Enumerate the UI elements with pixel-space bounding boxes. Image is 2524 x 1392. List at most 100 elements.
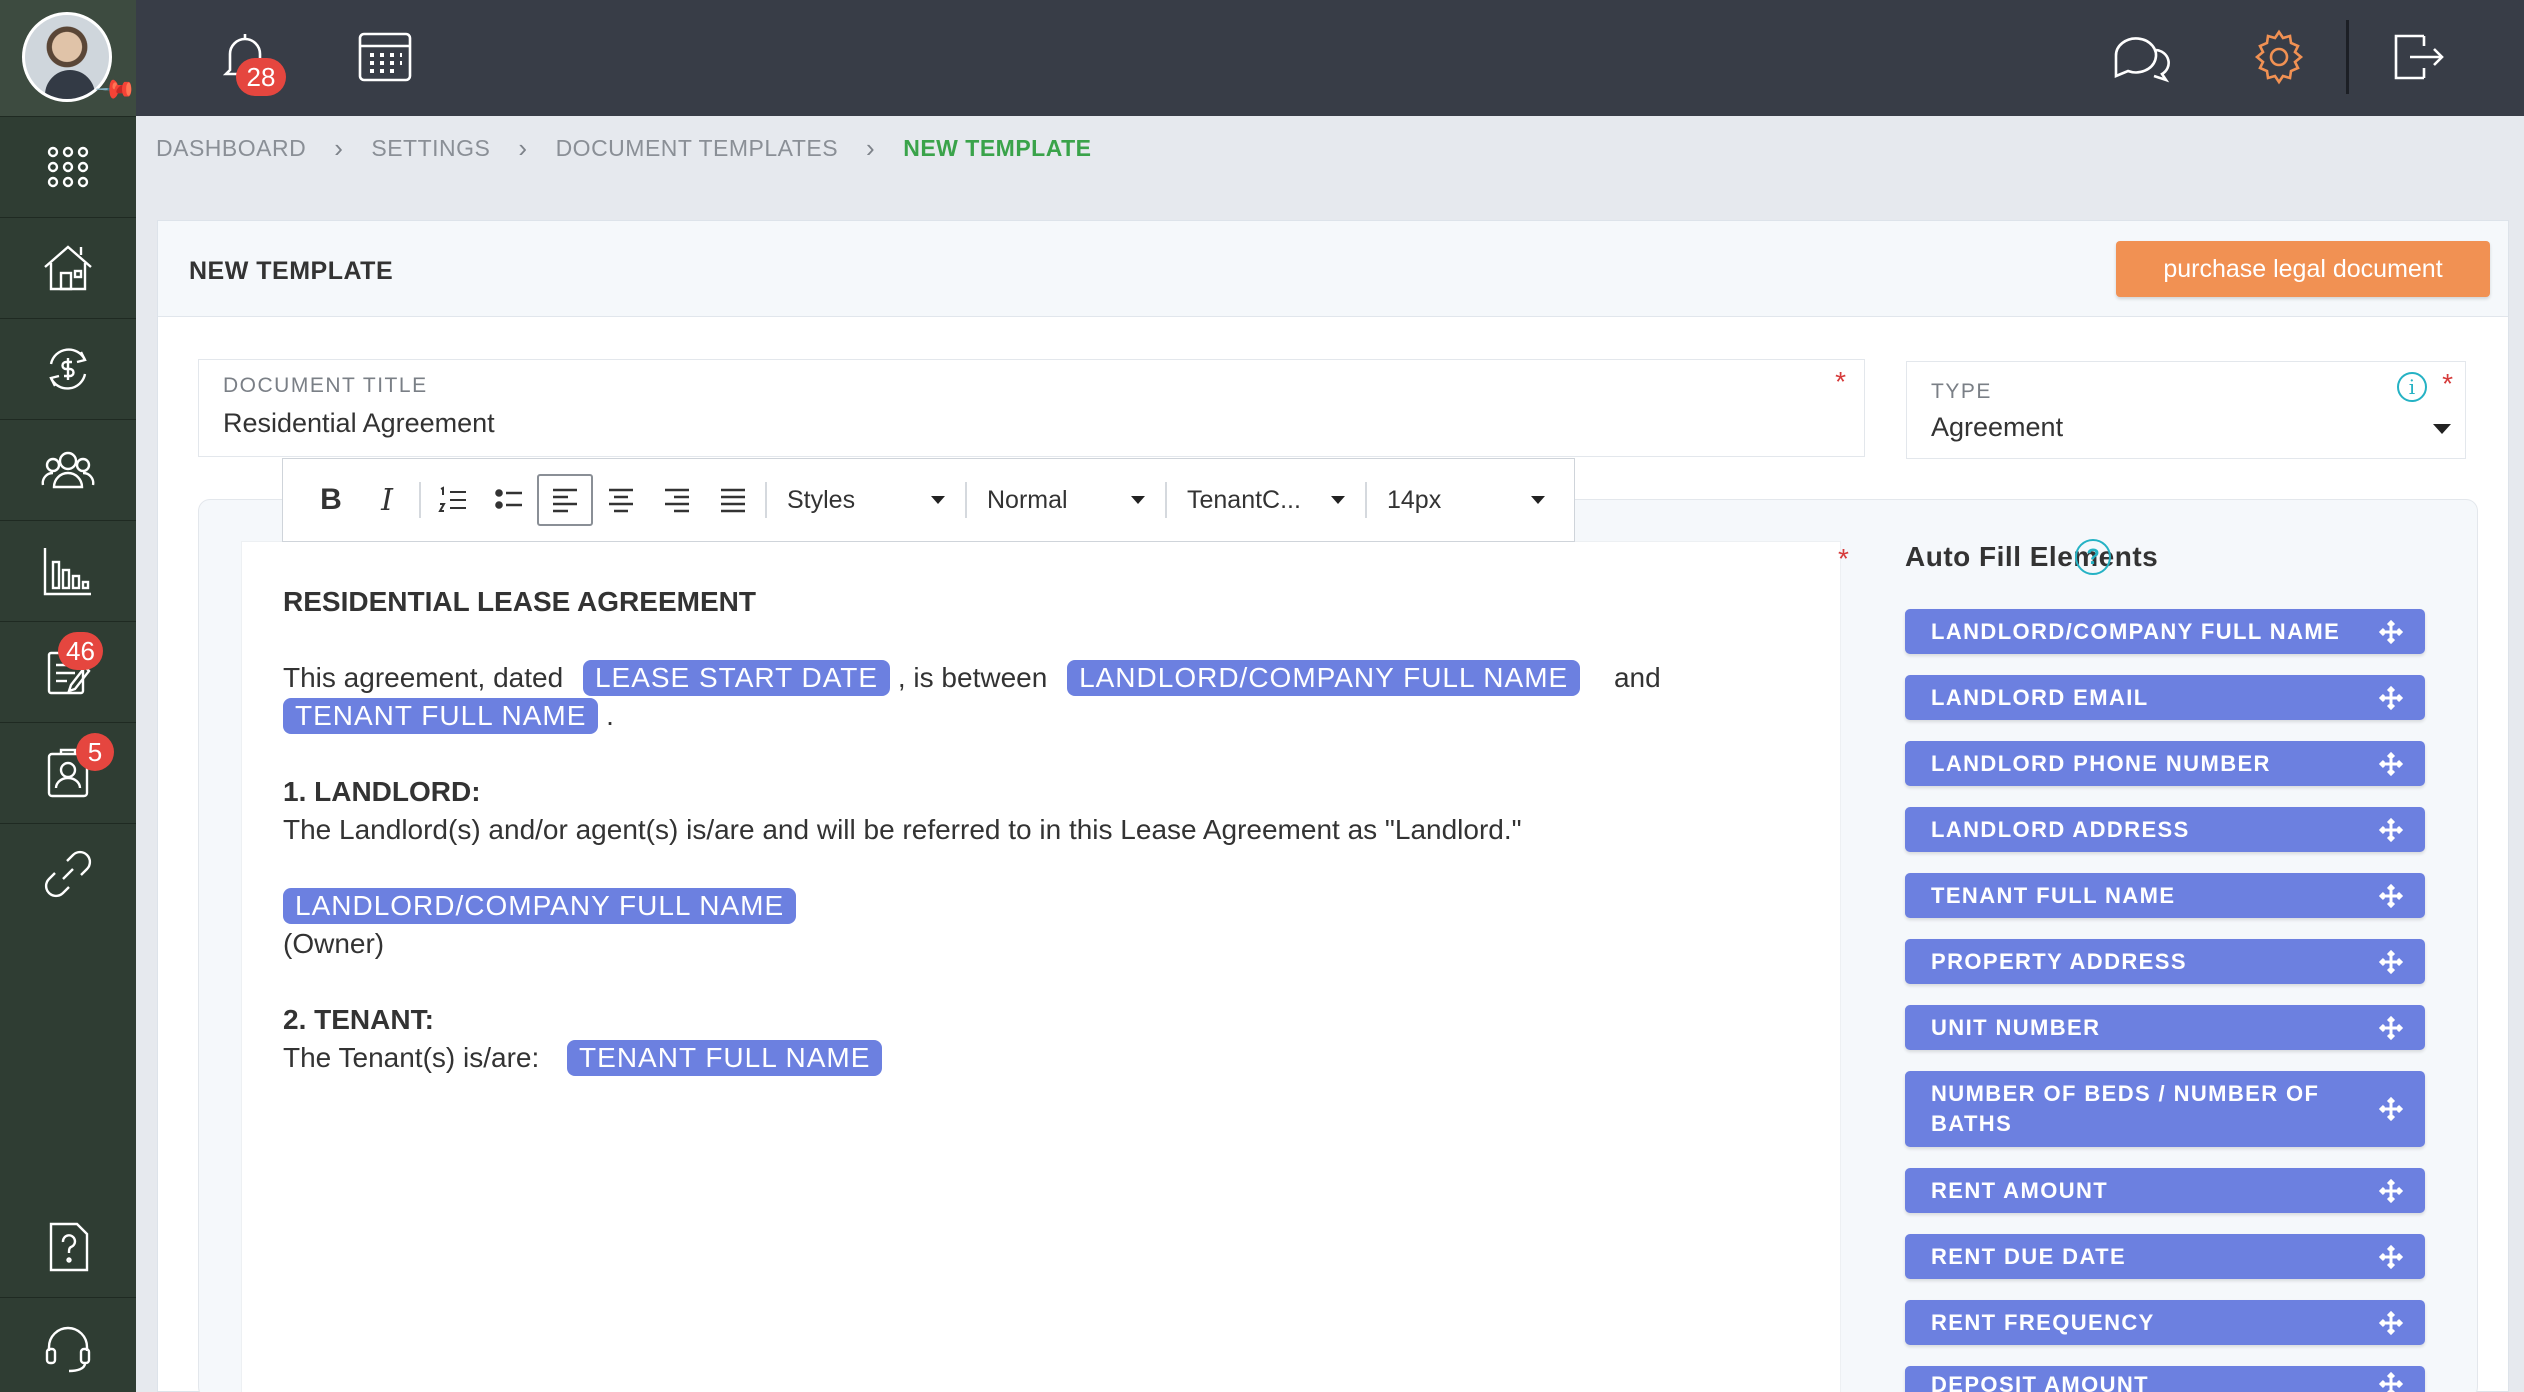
- placeholder-chip-landlord-name[interactable]: LANDLORD/COMPANY FULL NAME: [283, 888, 797, 924]
- sidebar-item-properties[interactable]: [0, 217, 136, 318]
- messages-button[interactable]: [2108, 26, 2170, 88]
- breadcrumb-new-template: NEW TEMPLATE: [903, 134, 1092, 161]
- headset-icon: [45, 1326, 91, 1373]
- align-left-icon: [553, 488, 577, 513]
- sidebar: 📌 46 5: [0, 0, 139, 1392]
- bullet-list-button[interactable]: [481, 474, 537, 526]
- help-icon[interactable]: ?: [2075, 539, 2111, 575]
- move-icon[interactable]: [2378, 685, 2404, 710]
- styles-dropdown[interactable]: Styles: [771, 474, 961, 526]
- breadcrumb: DASHBOARD › SETTINGS › DOCUMENT TEMPLATE…: [136, 116, 2524, 180]
- document-heading: RESIDENTIAL LEASE AGREEMENT: [283, 586, 756, 617]
- align-center-button[interactable]: [593, 474, 649, 526]
- move-icon[interactable]: [2378, 1096, 2404, 1122]
- breadcrumb-dashboard[interactable]: DASHBOARD: [156, 135, 306, 162]
- chevron-down-icon: [1131, 496, 1145, 504]
- type-label: TYPE: [1931, 380, 1992, 403]
- autofill-item-label: UNIT NUMBER: [1931, 1014, 2101, 1040]
- font-dropdown-label: TenantC...: [1187, 485, 1301, 514]
- required-marker: *: [1838, 543, 1849, 574]
- topbar: 28: [136, 0, 2524, 116]
- intro-paragraph: This agreement, dated LEASE START DATE ,…: [283, 659, 1783, 735]
- move-icon[interactable]: [2378, 1178, 2404, 1203]
- autofill-item-label: LANDLORD PHONE NUMBER: [1931, 750, 2271, 776]
- sidebar-item-help[interactable]: [0, 1196, 136, 1297]
- chevron-right-icon: ›: [334, 132, 344, 163]
- autofill-item[interactable]: UNIT NUMBER: [1905, 1005, 2425, 1050]
- placeholder-chip-lease-start-date[interactable]: LEASE START DATE: [582, 660, 891, 696]
- move-icon[interactable]: [2378, 1015, 2404, 1040]
- align-center-icon: [609, 488, 633, 513]
- move-icon[interactable]: [2378, 883, 2404, 908]
- styles-dropdown-label: Styles: [787, 485, 856, 514]
- autofill-item[interactable]: RENT DUE DATE: [1905, 1234, 2425, 1279]
- user-profile[interactable]: 📌: [0, 0, 139, 116]
- sidebar-item-support[interactable]: [0, 1297, 136, 1392]
- bullet-list-icon: [495, 489, 522, 509]
- autofill-item[interactable]: LANDLORD PHONE NUMBER: [1905, 741, 2425, 786]
- chevron-down-icon: [1531, 496, 1545, 504]
- placeholder-chip-tenant-name[interactable]: TENANT FULL NAME: [567, 1040, 883, 1076]
- intro-text: .: [606, 700, 614, 731]
- sidebar-item-apps[interactable]: [0, 116, 136, 217]
- document-title-label: DOCUMENT TITLE: [223, 374, 428, 397]
- topbar-divider: [2346, 20, 2349, 94]
- autofill-item[interactable]: RENT AMOUNT: [1905, 1168, 2425, 1213]
- info-icon[interactable]: i: [2397, 372, 2427, 402]
- sidebar-item-contacts[interactable]: 5: [0, 722, 136, 823]
- document-content[interactable]: RESIDENTIAL LEASE AGREEMENT This agreeme…: [283, 583, 1783, 1077]
- logout-button[interactable]: [2386, 26, 2448, 88]
- calendar-button[interactable]: [354, 26, 416, 88]
- autofill-item-label: LANDLORD EMAIL: [1931, 684, 2149, 710]
- users-icon: [41, 451, 95, 489]
- font-dropdown[interactable]: TenantC...: [1171, 474, 1361, 526]
- autofill-item-label: RENT DUE DATE: [1931, 1243, 2127, 1269]
- align-right-button[interactable]: [649, 474, 705, 526]
- sidebar-item-reports[interactable]: [0, 520, 136, 621]
- sidebar-item-people[interactable]: [0, 419, 136, 520]
- autofill-item[interactable]: DEPOSIT AMOUNT: [1905, 1366, 2425, 1392]
- sidebar-item-tasks[interactable]: 46: [0, 621, 136, 722]
- purchase-legal-document-button[interactable]: purchase legal document: [2116, 241, 2490, 297]
- autofill-item[interactable]: RENT FREQUENCY: [1905, 1300, 2425, 1345]
- settings-button[interactable]: [2248, 26, 2310, 88]
- ordered-list-button[interactable]: [425, 474, 481, 526]
- section-tenant-paragraph: The Tenant(s) is/are: TENANT FULL NAME: [283, 1039, 1783, 1077]
- placeholder-chip-tenant-name[interactable]: TENANT FULL NAME: [283, 698, 599, 734]
- format-dropdown-label: Normal: [987, 485, 1068, 514]
- move-icon[interactable]: [2378, 619, 2404, 644]
- notification-count-badge: 28: [236, 58, 286, 96]
- autofill-item[interactable]: PROPERTY ADDRESS: [1905, 939, 2425, 984]
- move-icon[interactable]: [2378, 751, 2404, 776]
- justify-button[interactable]: [705, 474, 761, 526]
- align-left-button[interactable]: [537, 474, 593, 526]
- italic-button[interactable]: I: [359, 474, 415, 526]
- bar-chart-icon: [43, 548, 91, 596]
- gear-icon: [2254, 29, 2304, 85]
- type-select[interactable]: TYPE Agreement i *: [1906, 361, 2466, 459]
- font-size-dropdown[interactable]: 14px: [1371, 474, 1561, 526]
- sidebar-item-finance[interactable]: [0, 318, 136, 419]
- page-title: NEW TEMPLATE: [189, 257, 394, 285]
- autofill-item[interactable]: LANDLORD EMAIL: [1905, 675, 2425, 720]
- document-title-input[interactable]: Residential Agreement: [223, 408, 495, 439]
- breadcrumb-document-templates[interactable]: DOCUMENT TEMPLATES: [556, 135, 838, 162]
- notifications-button[interactable]: 28: [214, 26, 286, 96]
- toolbar-separator: [965, 482, 967, 518]
- move-icon[interactable]: [2378, 1371, 2404, 1392]
- autofill-item-label: RENT FREQUENCY: [1931, 1309, 2155, 1335]
- autofill-item[interactable]: LANDLORD/COMPANY FULL NAME: [1905, 609, 2425, 654]
- move-icon[interactable]: [2378, 1310, 2404, 1335]
- format-dropdown[interactable]: Normal: [971, 474, 1161, 526]
- bold-button[interactable]: B: [303, 474, 359, 526]
- autofill-item[interactable]: LANDLORD ADDRESS: [1905, 807, 2425, 852]
- placeholder-chip-landlord-name[interactable]: LANDLORD/COMPANY FULL NAME: [1067, 660, 1581, 696]
- move-icon[interactable]: [2378, 817, 2404, 842]
- sidebar-item-links[interactable]: [0, 823, 136, 924]
- document-title-field[interactable]: DOCUMENT TITLE Residential Agreement *: [198, 359, 1865, 457]
- breadcrumb-settings[interactable]: SETTINGS: [371, 135, 490, 162]
- autofill-item[interactable]: NUMBER OF BEDS / NUMBER OF BATHS: [1905, 1071, 2425, 1147]
- autofill-item[interactable]: TENANT FULL NAME: [1905, 873, 2425, 918]
- move-icon[interactable]: [2378, 949, 2404, 974]
- move-icon[interactable]: [2378, 1244, 2404, 1269]
